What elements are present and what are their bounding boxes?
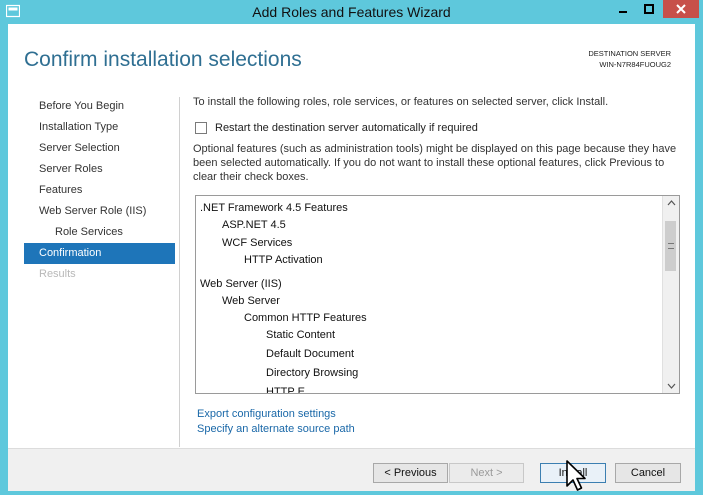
restart-checkbox-label[interactable]: Restart the destination server automatic… (215, 122, 478, 134)
list-item: HTTP E... (266, 386, 315, 394)
nav-item-results: Results (39, 268, 76, 280)
chevron-down-icon (667, 383, 675, 389)
close-icon (676, 4, 686, 14)
list-item: WCF Services (222, 237, 293, 249)
title-bar: Add Roles and Features Wizard (0, 0, 703, 24)
maximize-button[interactable] (637, 0, 661, 18)
destination-server-info: DESTINATION SERVER WIN-N7R84FUOUG2 (588, 48, 671, 70)
minimize-button[interactable] (611, 0, 635, 18)
wizard-footer: < Previous Next > Install Cancel (8, 448, 695, 491)
scroll-thumb[interactable] (665, 221, 676, 271)
alternate-source-link[interactable]: Specify an alternate source path (197, 423, 355, 435)
cancel-button[interactable]: Cancel (615, 463, 681, 483)
list-item: .NET Framework 4.5 Features (200, 202, 348, 214)
restart-option[interactable]: Restart the destination server automatic… (195, 122, 478, 134)
list-scrollbar[interactable] (662, 196, 679, 393)
list-item: Default Document (266, 348, 355, 360)
list-item: Static Content (266, 329, 336, 341)
nav-item-before-you-begin[interactable]: Before You Begin (24, 96, 175, 117)
nav-item-server-roles[interactable]: Server Roles (24, 159, 175, 180)
nav-item-web-server-role[interactable]: Web Server Role (IIS) (24, 201, 175, 222)
previous-button[interactable]: < Previous (373, 463, 448, 483)
list-item: Common HTTP Features (244, 312, 367, 324)
restart-checkbox[interactable] (195, 122, 207, 134)
window-title: Add Roles and Features Wizard (252, 4, 451, 20)
chevron-up-icon (667, 200, 675, 206)
intro-text: To install the following roles, role ser… (193, 96, 609, 108)
list-item: Directory Browsing (266, 367, 359, 379)
close-button[interactable] (663, 0, 699, 18)
scroll-down-button[interactable] (663, 379, 679, 393)
mouse-cursor-icon (566, 460, 586, 491)
wizard-client: Confirm installation selections DESTINAT… (8, 24, 695, 491)
nav-item-installation-type[interactable]: Installation Type (24, 117, 175, 138)
minimize-icon (619, 11, 627, 13)
optional-features-note: Optional features (such as administratio… (193, 143, 677, 183)
nav-item-features[interactable]: Features (24, 180, 175, 201)
page-title: Confirm installation selections (24, 48, 302, 71)
list-item: Web Server (222, 295, 280, 307)
selection-list[interactable]: .NET Framework 4.5 Features ASP.NET 4.5 … (195, 195, 680, 394)
destination-label: DESTINATION SERVER (588, 49, 671, 58)
wizard-nav: Before You Begin Installation Type Serve… (24, 96, 175, 285)
export-settings-link[interactable]: Export configuration settings (197, 408, 336, 420)
list-item: HTTP Activation (244, 254, 323, 266)
next-button: Next > (449, 463, 524, 483)
nav-item-confirmation[interactable]: Confirmation (24, 243, 175, 264)
nav-divider (179, 97, 180, 447)
destination-server-name: WIN-N7R84FUOUG2 (599, 60, 671, 69)
maximize-icon (644, 4, 654, 14)
nav-item-role-services[interactable]: Role Services (24, 222, 175, 243)
nav-item-server-selection[interactable]: Server Selection (24, 138, 175, 159)
grip-icon (668, 243, 674, 249)
list-item: Web Server (IIS) (200, 278, 282, 290)
list-item: ASP.NET 4.5 (222, 219, 286, 231)
scroll-up-button[interactable] (663, 196, 679, 210)
